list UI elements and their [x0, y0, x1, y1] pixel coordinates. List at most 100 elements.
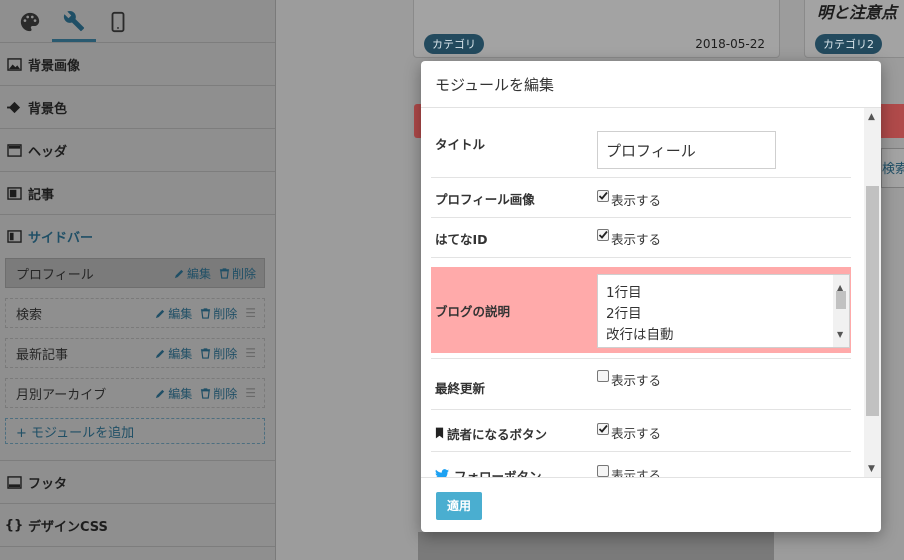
trash-icon	[201, 347, 211, 359]
article-card: カテゴリ 2018-05-22	[413, 0, 780, 58]
scroll-thumb[interactable]	[836, 291, 846, 309]
section-footer[interactable]: フッタ	[0, 461, 275, 504]
dialog-title: モジュールを編集	[421, 61, 881, 108]
section-design-css[interactable]: {} デザインCSS	[0, 504, 275, 547]
delete-module-button[interactable]: 削除	[200, 345, 237, 362]
dialog-scrollbar[interactable]: ▲ ▼	[864, 108, 881, 477]
tab-customize[interactable]	[52, 2, 96, 42]
preview-image	[418, 532, 774, 560]
checkbox-label: 表示する	[611, 193, 662, 208]
preview-banner	[880, 104, 904, 138]
pencil-icon	[174, 269, 184, 278]
section-background-image[interactable]: 背景画像	[0, 43, 275, 86]
pencil-icon	[156, 349, 165, 358]
module-item-search[interactable]: 検索 編集 削除 ☰	[5, 298, 265, 328]
section-label: フッタ	[28, 476, 68, 492]
palette-icon	[20, 12, 40, 32]
module-name: 検索	[16, 307, 43, 323]
apply-button[interactable]: 適用	[436, 491, 482, 520]
search-box-fragment: 検索	[881, 148, 904, 188]
section-label: 記事	[28, 187, 55, 203]
blog-description-textarea[interactable]: 1行目 2行目 改行は自動 ▲ ▼	[597, 274, 850, 348]
field-value: 表示する	[597, 410, 851, 452]
delete-label: 削除	[213, 346, 238, 361]
module-item-monthly-archive[interactable]: 月別アーカイブ 編集 削除 ☰	[5, 378, 265, 408]
checkbox-label: 表示する	[611, 232, 662, 247]
profile-image-checkbox[interactable]	[597, 190, 609, 202]
hatena-id-checkbox[interactable]	[597, 229, 609, 241]
field-value: 1行目 2行目 改行は自動 ▲ ▼	[597, 267, 851, 353]
delete-label: 削除	[213, 306, 238, 321]
scroll-thumb[interactable]	[866, 186, 879, 416]
paint-bucket-icon	[6, 100, 22, 114]
sidebar-tabs	[0, 0, 275, 43]
textarea-line: 改行は自動	[606, 327, 674, 343]
article-card: 明と注意点 カテゴリ2	[804, 0, 904, 58]
form-row-blog-description: ブログの説明 1行目 2行目 改行は自動 ▲ ▼	[431, 267, 851, 353]
checkbox-label: 表示する	[611, 373, 662, 388]
last-updated-checkbox[interactable]	[597, 370, 609, 382]
drag-handle-icon[interactable]: ☰	[245, 386, 256, 400]
field-label-text: 読者になるボタン	[447, 426, 548, 442]
article-date: 2018-05-22	[695, 37, 765, 51]
section-header[interactable]: ヘッダ	[0, 129, 275, 172]
edit-module-dialog: モジュールを編集 タイトル プロフィール画像 表示する はてなID	[421, 61, 881, 532]
section-article[interactable]: 記事	[0, 172, 275, 215]
field-label: タイトル	[435, 136, 486, 152]
twitter-bird-icon	[435, 469, 449, 477]
title-input[interactable]	[597, 131, 776, 169]
module-item-profile[interactable]: プロフィール 編集 削除	[5, 258, 265, 288]
edit-module-button[interactable]: 編集	[155, 345, 192, 362]
checkbox-label: 表示する	[611, 426, 662, 441]
edit-module-button[interactable]: 編集	[155, 385, 192, 402]
section-sidebar[interactable]: サイドバー	[0, 215, 275, 258]
field-label: 読者になるボタン	[431, 410, 597, 452]
form-rows: タイトル プロフィール画像 表示する はてなID 表示する	[421, 108, 861, 478]
field-label: ブログの説明	[435, 303, 511, 319]
edit-module-button[interactable]: 編集	[155, 305, 192, 322]
dialog-footer: 適用	[421, 479, 881, 532]
form-row-last-updated: 最終更新 表示する	[431, 358, 851, 410]
field-label-text: フォローボタン	[454, 468, 542, 478]
layout-icon	[6, 143, 22, 157]
bookmark-icon	[435, 427, 444, 439]
field-label: はてなID	[435, 231, 488, 247]
delete-module-button[interactable]: 削除	[200, 305, 237, 322]
edit-label: 編集	[168, 386, 193, 401]
section-label: デザインCSS	[28, 519, 108, 535]
scroll-down-icon[interactable]: ▼	[837, 324, 843, 345]
field-label: フォローボタン	[431, 452, 597, 478]
trash-icon	[219, 267, 230, 279]
layout-icon	[6, 230, 22, 244]
add-module-button[interactable]: + モジュールを追加	[5, 418, 265, 444]
module-name: プロフィール	[16, 267, 94, 283]
delete-module-button[interactable]: 削除	[219, 265, 256, 282]
follow-button-checkbox[interactable]	[597, 465, 609, 477]
delete-module-button[interactable]: 削除	[200, 385, 237, 402]
field-label: プロフィール画像	[435, 191, 535, 207]
form-row-follow-button: フォローボタン 表示する	[431, 452, 851, 478]
field-label: 最終更新	[435, 380, 486, 396]
edit-label: 編集	[168, 306, 193, 321]
section-background-color[interactable]: 背景色	[0, 86, 275, 129]
edit-module-button[interactable]: 編集	[174, 265, 211, 282]
tab-mobile[interactable]	[96, 2, 140, 42]
module-item-recent-posts[interactable]: 最新記事 編集 削除 ☰	[5, 338, 265, 368]
edit-label: 編集	[186, 266, 211, 281]
layout-icon	[6, 475, 22, 489]
field-value: 表示する	[597, 452, 851, 478]
textarea-scrollbar[interactable]: ▲ ▼	[833, 275, 849, 347]
wrench-icon	[63, 10, 85, 31]
drag-handle-icon[interactable]: ☰	[245, 346, 256, 360]
scroll-up-icon[interactable]: ▲	[868, 112, 875, 122]
checkbox-label: 表示する	[611, 468, 662, 478]
editor-sidebar: 背景画像 背景色 ヘッダ 記事 サイドバー プロフィール 編集 削除 検索 編集…	[0, 0, 276, 560]
tab-design[interactable]	[8, 2, 52, 42]
scroll-down-icon[interactable]: ▼	[868, 464, 875, 474]
image-icon	[6, 57, 22, 71]
category-badge: カテゴリ2	[815, 34, 882, 54]
drag-handle-icon[interactable]: ☰	[245, 306, 256, 320]
section-label: ヘッダ	[28, 144, 68, 160]
trash-icon	[201, 387, 211, 399]
reader-button-checkbox[interactable]	[597, 423, 609, 435]
